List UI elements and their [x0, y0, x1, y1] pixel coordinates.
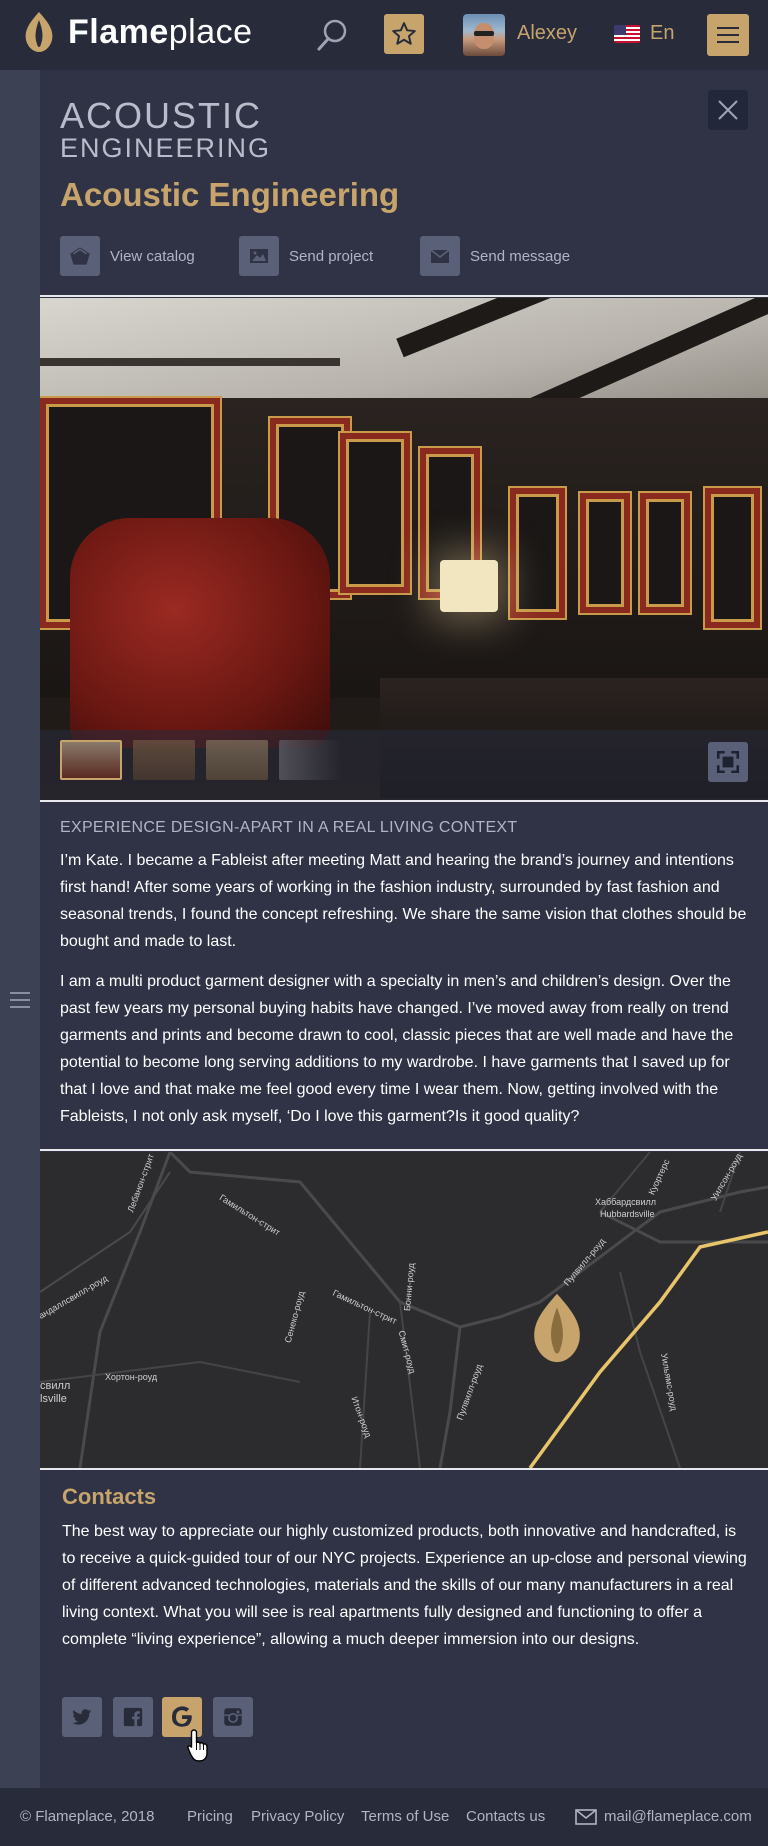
- footer-link-terms[interactable]: Terms of Use: [361, 1808, 449, 1825]
- view-catalog-label: View catalog: [110, 247, 195, 265]
- map-marker-icon[interactable]: [528, 1290, 586, 1366]
- google-icon: [172, 1706, 192, 1727]
- fullscreen-button[interactable]: [708, 742, 748, 782]
- company-title: Acoustic Engineering: [60, 176, 400, 213]
- send-message-label: Send message: [470, 247, 571, 265]
- catalog-icon: [60, 236, 100, 276]
- gallery-thumbnail[interactable]: [206, 740, 268, 780]
- view-catalog-button[interactable]: View catalog: [60, 236, 195, 276]
- close-icon: [718, 100, 738, 120]
- instagram-icon: [224, 1708, 242, 1726]
- language-selector[interactable]: En: [650, 22, 674, 45]
- us-flag-icon[interactable]: [614, 25, 640, 43]
- image-icon: [239, 236, 279, 276]
- fullscreen-icon: [716, 750, 740, 774]
- facebook-button[interactable]: [113, 1697, 153, 1737]
- description-paragraph-1: I’m Kate. I became a Fableist after meet…: [60, 852, 747, 950]
- footer-email[interactable]: mail@flameplace.com: [604, 1808, 752, 1825]
- user-name[interactable]: Alexey: [517, 22, 577, 45]
- gallery-thumbnail[interactable]: [133, 740, 195, 780]
- flame-icon: [25, 12, 53, 52]
- instagram-button[interactable]: [213, 1697, 253, 1737]
- divider: [40, 1149, 768, 1151]
- description-paragraph-2: I am a multi product garment designer wi…: [60, 973, 734, 1125]
- hand-cursor-icon: [187, 1729, 208, 1762]
- side-rail: [0, 70, 40, 1788]
- mail-icon: [575, 1809, 597, 1825]
- favorites-button[interactable]: [384, 14, 424, 54]
- star-icon: [392, 22, 416, 45]
- send-message-button[interactable]: Send message: [420, 236, 570, 276]
- twitter-icon: [72, 1709, 92, 1725]
- copyright: © Flameplace, 2018: [20, 1808, 155, 1825]
- user-avatar[interactable]: [463, 14, 505, 56]
- project-photo[interactable]: [40, 298, 768, 800]
- flameplace-logo[interactable]: Flameplace: [22, 10, 253, 54]
- brand-logo: ACOUSTIC ENGINEERING: [60, 95, 272, 163]
- twitter-button[interactable]: [62, 1697, 102, 1737]
- close-button[interactable]: [708, 90, 748, 130]
- contacts-text: The best way to appreciate our highly cu…: [62, 1523, 747, 1648]
- footer-link-pricing[interactable]: Pricing: [187, 1808, 233, 1825]
- divider: [40, 800, 768, 802]
- location-map[interactable]: Лебанон-стрит Гамильтон-стрит Гамильтон-…: [40, 1152, 768, 1468]
- section-heading: EXPERIENCE DESIGN-APART IN A REAL LIVING…: [60, 819, 518, 836]
- search-button[interactable]: [316, 18, 348, 52]
- divider: [40, 1468, 768, 1470]
- top-header: Flameplace Alexey En: [0, 0, 768, 70]
- sidebar-toggle-icon[interactable]: [10, 992, 30, 1008]
- hamburger-icon: [717, 27, 739, 29]
- gallery-thumbnail[interactable]: [279, 740, 341, 780]
- logo-text: Flameplace: [68, 12, 253, 51]
- envelope-icon: [420, 236, 460, 276]
- facebook-icon: [123, 1707, 143, 1727]
- menu-button[interactable]: [707, 14, 749, 56]
- footer-link-privacy[interactable]: Privacy Policy: [251, 1808, 344, 1825]
- thumbnail-strip: [40, 730, 768, 800]
- gallery-thumbnail[interactable]: [60, 740, 122, 780]
- send-project-button[interactable]: Send project: [239, 236, 373, 276]
- contacts-title: Contacts: [62, 1484, 157, 1509]
- search-icon: [317, 19, 347, 51]
- send-project-label: Send project: [289, 247, 374, 265]
- footer-link-contacts[interactable]: Contacts us: [466, 1808, 545, 1825]
- footer: © Flameplace, 2018 Pricing Privacy Polic…: [0, 1788, 768, 1846]
- divider: [40, 295, 768, 297]
